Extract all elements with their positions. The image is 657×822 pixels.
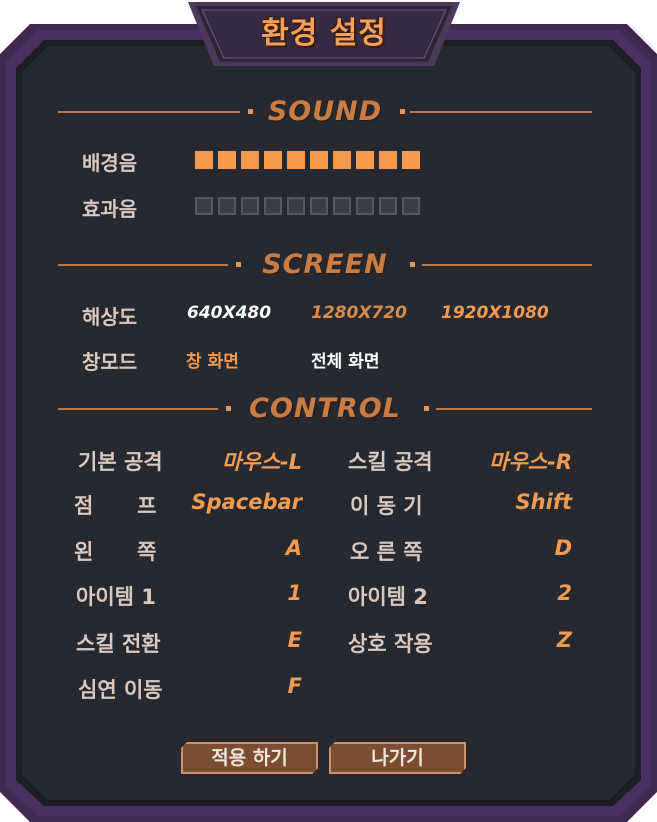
- exit-button[interactable]: 나가기: [329, 742, 466, 774]
- sfx-volume-segment[interactable]: [310, 197, 328, 215]
- sound-section-heading: SOUND: [58, 98, 592, 125]
- control-key-abyss-move[interactable]: F: [180, 674, 302, 698]
- window-mode-label: 창모드: [82, 350, 138, 374]
- control-label-skill-switch: 스킬 전환: [76, 632, 161, 656]
- apply-button[interactable]: 적용 하기: [181, 742, 318, 774]
- control-key-dash[interactable]: Shift: [450, 490, 572, 514]
- control-key-left[interactable]: A: [180, 536, 302, 560]
- sfx-volume-segment[interactable]: [287, 197, 305, 215]
- control-key-item-2[interactable]: 2: [450, 581, 572, 605]
- window-mode-fullscreen[interactable]: 전체 화면: [311, 347, 379, 372]
- resolution-option-1280[interactable]: 1280X720: [311, 303, 407, 323]
- page-title: 환경 설정: [261, 16, 387, 51]
- control-label-right: 오 른 쪽: [350, 540, 423, 564]
- control-label-item-1: 아이템 1: [76, 585, 156, 609]
- control-key-skill-attack[interactable]: 마우스-R: [450, 446, 572, 476]
- bgm-volume-segment[interactable]: [287, 151, 305, 169]
- sfx-label: 효과음: [82, 197, 138, 221]
- sfx-volume-segment[interactable]: [333, 197, 351, 215]
- control-key-basic-attack[interactable]: 마우스-L: [180, 446, 302, 476]
- control-label-left: 왼 쪽: [74, 540, 157, 564]
- bgm-volume-segment[interactable]: [241, 151, 259, 169]
- bgm-volume-segment[interactable]: [218, 151, 236, 169]
- sfx-volume-segment[interactable]: [264, 197, 282, 215]
- bgm-volume-bar[interactable]: [195, 151, 420, 169]
- bgm-volume-segment[interactable]: [379, 151, 397, 169]
- bgm-volume-segment[interactable]: [310, 151, 328, 169]
- bgm-volume-segment[interactable]: [333, 151, 351, 169]
- resolution-label: 해상도: [82, 305, 138, 329]
- bgm-volume-segment[interactable]: [195, 151, 213, 169]
- control-section-heading: CONTROL: [58, 395, 592, 422]
- control-label-dash: 이 동 기: [350, 494, 423, 518]
- resolution-option-640[interactable]: 640X480: [187, 303, 271, 323]
- control-label-skill-attack: 스킬 공격: [348, 450, 433, 474]
- control-label-interact: 상호 작용: [348, 632, 433, 656]
- bgm-volume-segment[interactable]: [356, 151, 374, 169]
- control-key-item-1[interactable]: 1: [180, 581, 302, 605]
- control-label-item-2: 아이템 2: [348, 585, 428, 609]
- bgm-label: 배경음: [82, 151, 138, 175]
- sfx-volume-segment[interactable]: [195, 197, 213, 215]
- control-key-skill-switch[interactable]: E: [180, 628, 302, 652]
- control-key-right[interactable]: D: [450, 536, 572, 560]
- bgm-volume-segment[interactable]: [264, 151, 282, 169]
- bgm-volume-segment[interactable]: [402, 151, 420, 169]
- control-label-basic-attack: 기본 공격: [78, 450, 163, 474]
- sfx-volume-segment[interactable]: [356, 197, 374, 215]
- window-mode-windowed[interactable]: 창 화면: [186, 347, 239, 372]
- sfx-volume-segment[interactable]: [402, 197, 420, 215]
- control-key-jump[interactable]: Spacebar: [180, 490, 302, 514]
- control-key-interact[interactable]: Z: [450, 628, 572, 652]
- sfx-volume-segment[interactable]: [379, 197, 397, 215]
- sfx-volume-bar[interactable]: [195, 197, 420, 215]
- sfx-volume-segment[interactable]: [218, 197, 236, 215]
- screen-section-heading: SCREEN: [58, 251, 592, 278]
- sfx-volume-segment[interactable]: [241, 197, 259, 215]
- resolution-option-1920[interactable]: 1920X1080: [441, 303, 549, 323]
- control-label-abyss-move: 심연 이동: [78, 678, 163, 702]
- control-label-jump: 점 프: [74, 494, 157, 518]
